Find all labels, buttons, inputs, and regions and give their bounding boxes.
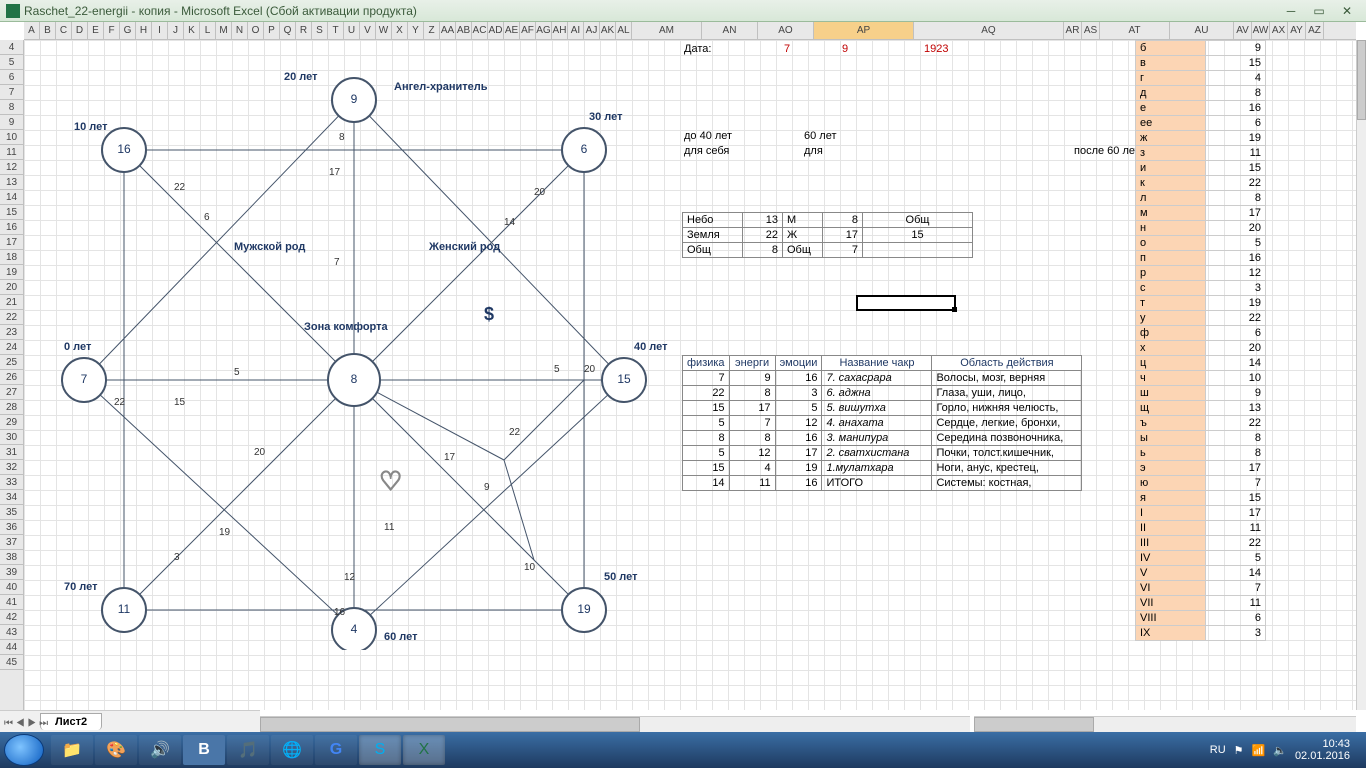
svg-text:10 лет: 10 лет bbox=[74, 121, 108, 133]
svg-text:Ангел-хранитель: Ангел-хранитель bbox=[394, 81, 488, 93]
svg-text:20: 20 bbox=[254, 447, 266, 458]
tray-volume-icon[interactable]: 🔈 bbox=[1273, 744, 1287, 757]
period-for: для bbox=[804, 145, 823, 157]
svg-text:15: 15 bbox=[174, 397, 186, 408]
excel-taskbar-icon[interactable]: X bbox=[403, 735, 445, 765]
period-self: для себя bbox=[684, 145, 729, 157]
svg-text:22: 22 bbox=[174, 182, 186, 193]
period-2: 60 лет bbox=[804, 130, 837, 142]
sheet-nav-buttons[interactable]: ⏮ ◀ ▶ ⏭ bbox=[4, 718, 48, 729]
svg-text:5: 5 bbox=[554, 364, 560, 375]
svg-text:22: 22 bbox=[114, 397, 126, 408]
svg-text:17: 17 bbox=[444, 452, 456, 463]
svg-text:Женский род: Женский род bbox=[428, 241, 500, 253]
chakra-table: физикаэнергиэмоцииНазвание чакрОбласть д… bbox=[682, 355, 1082, 491]
svg-text:7: 7 bbox=[81, 372, 88, 386]
column-headers[interactable]: ABCDEFGHIJKLMNOPQRSTUVWXYZAAABACADAEAFAG… bbox=[24, 22, 1356, 40]
start-button[interactable] bbox=[4, 734, 44, 766]
svg-text:11: 11 bbox=[118, 602, 131, 616]
sheet-tab-active[interactable]: Лист2 bbox=[40, 713, 102, 730]
date-label: Дата: bbox=[684, 43, 711, 55]
svg-text:5: 5 bbox=[234, 367, 240, 378]
svg-text:Мужской род: Мужской род bbox=[234, 241, 305, 253]
summary-table: Небо13 М8 Общ Земля22 Ж17 15 Общ8 Общ7 bbox=[682, 212, 973, 258]
svg-text:20 лет: 20 лет bbox=[284, 71, 318, 83]
svg-text:40 лет: 40 лет bbox=[634, 341, 668, 353]
letters-table: б9в15г4д8е16ее6ж19з11и15к22л8м17н20о5п16… bbox=[1135, 40, 1266, 641]
vertical-scrollbar[interactable] bbox=[1356, 40, 1366, 710]
close-button[interactable]: ✕ bbox=[1334, 3, 1360, 19]
svg-text:50 лет: 50 лет bbox=[604, 571, 638, 583]
cell-grid[interactable]: 9 6 15 19 4 11 7 16 8 0 лет 10 лет 20 ле… bbox=[24, 40, 1356, 710]
svg-text:19: 19 bbox=[577, 602, 591, 616]
tray-flag-icon[interactable]: ⚑ bbox=[1234, 744, 1244, 757]
svg-text:70 лет: 70 лет bbox=[64, 581, 98, 593]
svg-text:20: 20 bbox=[534, 187, 546, 198]
period-3: после 60 лет bbox=[1074, 145, 1140, 157]
taskbar[interactable]: 📁 🎨 🔊 B 🎵 🌐 G S X RU ⚑ 📶 🔈 10:43 02.01.2… bbox=[0, 732, 1366, 768]
svg-text:10: 10 bbox=[524, 562, 536, 573]
svg-text:19: 19 bbox=[219, 527, 231, 538]
google-icon[interactable]: G bbox=[315, 735, 357, 765]
active-cell[interactable] bbox=[856, 295, 956, 311]
row-headers[interactable]: 4567891011121314151617181920212223242526… bbox=[0, 40, 24, 710]
svg-text:8: 8 bbox=[351, 372, 358, 386]
sheet-tabs[interactable]: ⏮ ◀ ▶ ⏭ Лист2 bbox=[0, 710, 260, 732]
svg-text:12: 12 bbox=[344, 572, 356, 583]
titlebar: Raschet_22-energii - копия - Microsoft E… bbox=[0, 0, 1366, 22]
tray-network-icon[interactable]: 📶 bbox=[1252, 744, 1266, 757]
minimize-button[interactable]: ─ bbox=[1278, 3, 1304, 19]
maximize-button[interactable]: ▭ bbox=[1306, 3, 1332, 19]
lang-indicator[interactable]: RU bbox=[1210, 744, 1226, 756]
media-icon[interactable]: 🔊 bbox=[139, 735, 181, 765]
system-tray[interactable]: RU ⚑ 📶 🔈 10:43 02.01.2016 bbox=[1210, 738, 1362, 762]
date-day: 7 bbox=[784, 43, 790, 55]
svg-text:60 лет: 60 лет bbox=[384, 631, 418, 643]
svg-text:15: 15 bbox=[617, 372, 631, 386]
paint-icon[interactable]: 🎨 bbox=[95, 735, 137, 765]
svg-text:3: 3 bbox=[174, 552, 180, 563]
svg-text:4: 4 bbox=[351, 622, 358, 636]
date-month: 9 bbox=[842, 43, 848, 55]
date-year: 1923 bbox=[924, 43, 948, 55]
period-1: до 40 лет bbox=[684, 130, 732, 142]
svg-text:30 лет: 30 лет bbox=[589, 111, 623, 123]
matrix-diagram: 9 6 15 19 4 11 7 16 8 0 лет 10 лет 20 ле… bbox=[34, 60, 674, 650]
svg-text:♡: ♡ bbox=[379, 466, 402, 496]
vk-icon[interactable]: B bbox=[183, 735, 225, 765]
svg-text:22: 22 bbox=[509, 427, 521, 438]
svg-text:0 лет: 0 лет bbox=[64, 341, 92, 353]
chrome-icon[interactable]: 🌐 bbox=[271, 735, 313, 765]
svg-text:Зона комфорта: Зона комфорта bbox=[304, 321, 389, 333]
svg-text:$: $ bbox=[484, 304, 494, 324]
explorer-icon[interactable]: 📁 bbox=[51, 735, 93, 765]
svg-text:9: 9 bbox=[351, 92, 358, 106]
clock[interactable]: 10:43 02.01.2016 bbox=[1295, 738, 1350, 762]
excel-icon bbox=[6, 4, 20, 18]
h-scroll-left[interactable] bbox=[260, 716, 970, 732]
svg-text:8: 8 bbox=[339, 132, 345, 143]
music-icon[interactable]: 🎵 bbox=[227, 735, 269, 765]
svg-text:16: 16 bbox=[117, 142, 131, 156]
svg-text:16: 16 bbox=[334, 607, 346, 618]
worksheet: ABCDEFGHIJKLMNOPQRSTUVWXYZAAABACADAEAFAG… bbox=[0, 22, 1366, 732]
skype-icon[interactable]: S bbox=[359, 735, 401, 765]
svg-text:11: 11 bbox=[384, 522, 395, 533]
svg-text:6: 6 bbox=[204, 212, 210, 223]
svg-text:9: 9 bbox=[484, 482, 490, 493]
svg-text:7: 7 bbox=[334, 257, 340, 268]
h-scroll-right[interactable] bbox=[974, 716, 1356, 732]
window-title: Raschet_22-energii - копия - Microsoft E… bbox=[24, 4, 417, 18]
svg-text:17: 17 bbox=[329, 167, 341, 178]
svg-text:14: 14 bbox=[504, 217, 516, 228]
svg-text:6: 6 bbox=[581, 142, 588, 156]
svg-text:20: 20 bbox=[584, 364, 596, 375]
